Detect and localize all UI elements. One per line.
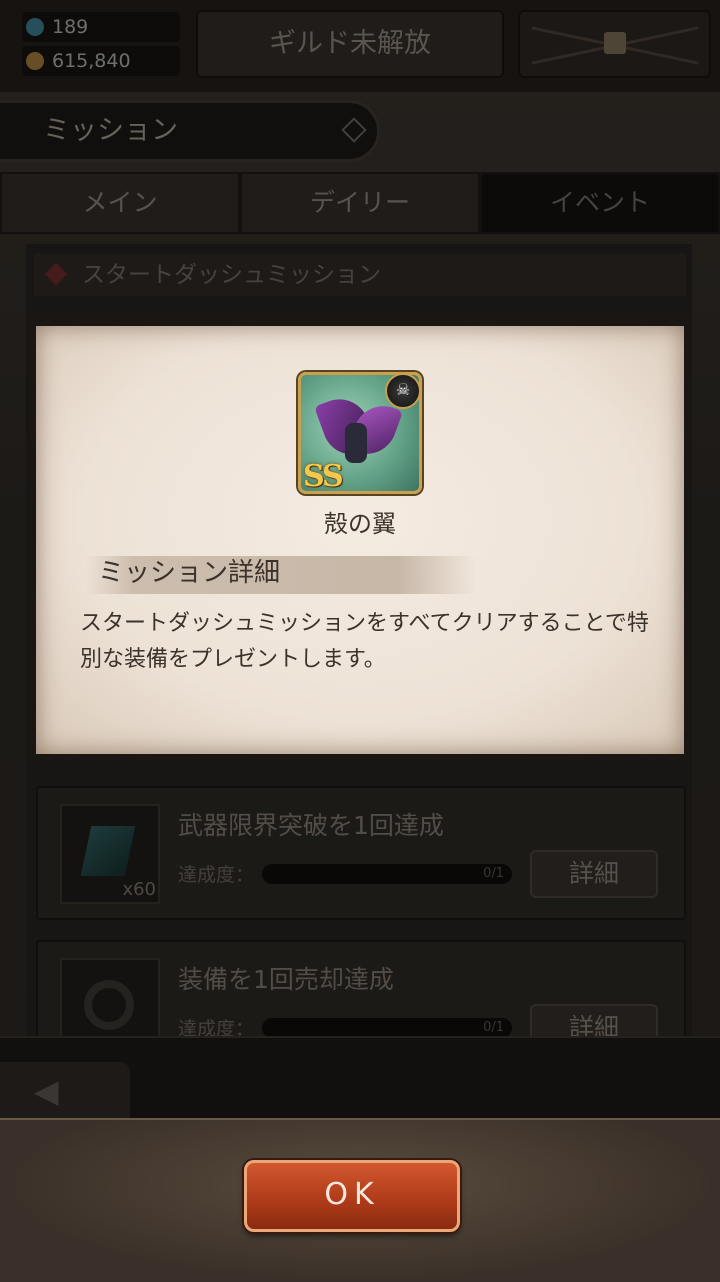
ok-button[interactable]: OK [244,1160,460,1232]
item-icon-frame[interactable]: SS ☠ [298,372,422,494]
skull-icon: ☠ [385,373,421,409]
rank-badge: SS [303,459,344,494]
figure-icon [345,423,367,463]
item-name: 殻の翼 [324,510,396,538]
detail-heading: ミッション詳細 [86,556,476,594]
mission-description: スタートダッシュミッションをすべてクリアすることで特別な装備をプレゼントします。 [80,611,649,672]
